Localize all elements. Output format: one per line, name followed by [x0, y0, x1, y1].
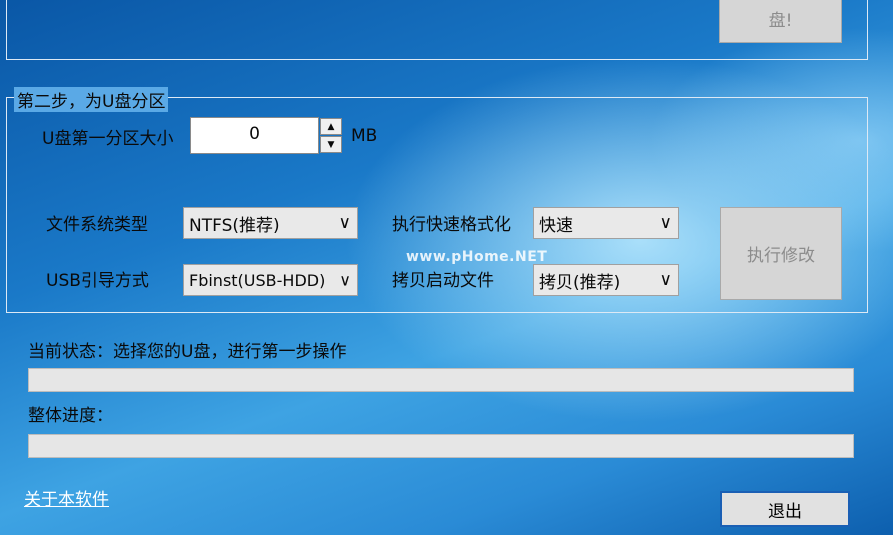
copy-boot-files-select[interactable]: 拷贝(推荐) ∨: [533, 264, 679, 296]
copy-boot-files-label: 拷贝启动文件: [392, 271, 494, 291]
usb-boot-mode-select[interactable]: Fbinst(USB-HDD) ∨: [183, 264, 358, 296]
chevron-down-icon: ∨: [659, 213, 672, 233]
overall-progress-bar: [28, 434, 854, 458]
partition-size-input[interactable]: 0: [190, 117, 319, 154]
current-progress-bar: [28, 368, 854, 392]
quick-format-label: 执行快速格式化: [392, 215, 511, 235]
usb-boot-mode-value: Fbinst(USB-HDD): [189, 270, 326, 290]
filesystem-type-label: 文件系统类型: [46, 215, 148, 235]
about-software-link[interactable]: 关于本软件: [24, 485, 109, 510]
execute-modify-button-label: 执行修改: [747, 246, 815, 266]
partition-size-label: U盘第一分区大小: [42, 129, 174, 149]
chevron-down-icon: ∨: [339, 270, 351, 290]
spin-down-icon: ▼: [327, 139, 335, 150]
step1-action-button-label: 盘!: [768, 11, 793, 31]
copy-boot-files-value: 拷贝(推荐): [539, 272, 621, 293]
current-status-text: 当前状态：选择您的U盘，进行第一步操作: [28, 342, 347, 362]
quick-format-value: 快速: [539, 215, 573, 236]
usb-boot-mode-label: USB引导方式: [46, 271, 149, 291]
spin-up-icon: ▲: [327, 121, 335, 132]
watermark-text: www.pHome.NET: [406, 249, 548, 265]
exit-button-label: 退出: [768, 501, 802, 522]
step1-action-button[interactable]: 盘!: [719, 0, 842, 43]
quick-format-select[interactable]: 快速 ∨: [533, 207, 679, 239]
chevron-down-icon: ∨: [659, 270, 672, 290]
partition-size-spin-up[interactable]: ▲: [320, 118, 342, 135]
execute-modify-button[interactable]: 执行修改: [720, 207, 842, 300]
filesystem-type-value: NTFS(推荐): [189, 215, 280, 236]
partition-unit-label: MB: [351, 126, 378, 146]
step2-legend: 第二步，为U盘分区: [14, 87, 169, 112]
partition-size-spin-down[interactable]: ▼: [320, 136, 342, 153]
overall-progress-label: 整体进度：: [28, 406, 113, 426]
filesystem-type-select[interactable]: NTFS(推荐) ∨: [183, 207, 358, 239]
chevron-down-icon: ∨: [338, 213, 351, 233]
exit-button[interactable]: 退出: [720, 491, 850, 527]
